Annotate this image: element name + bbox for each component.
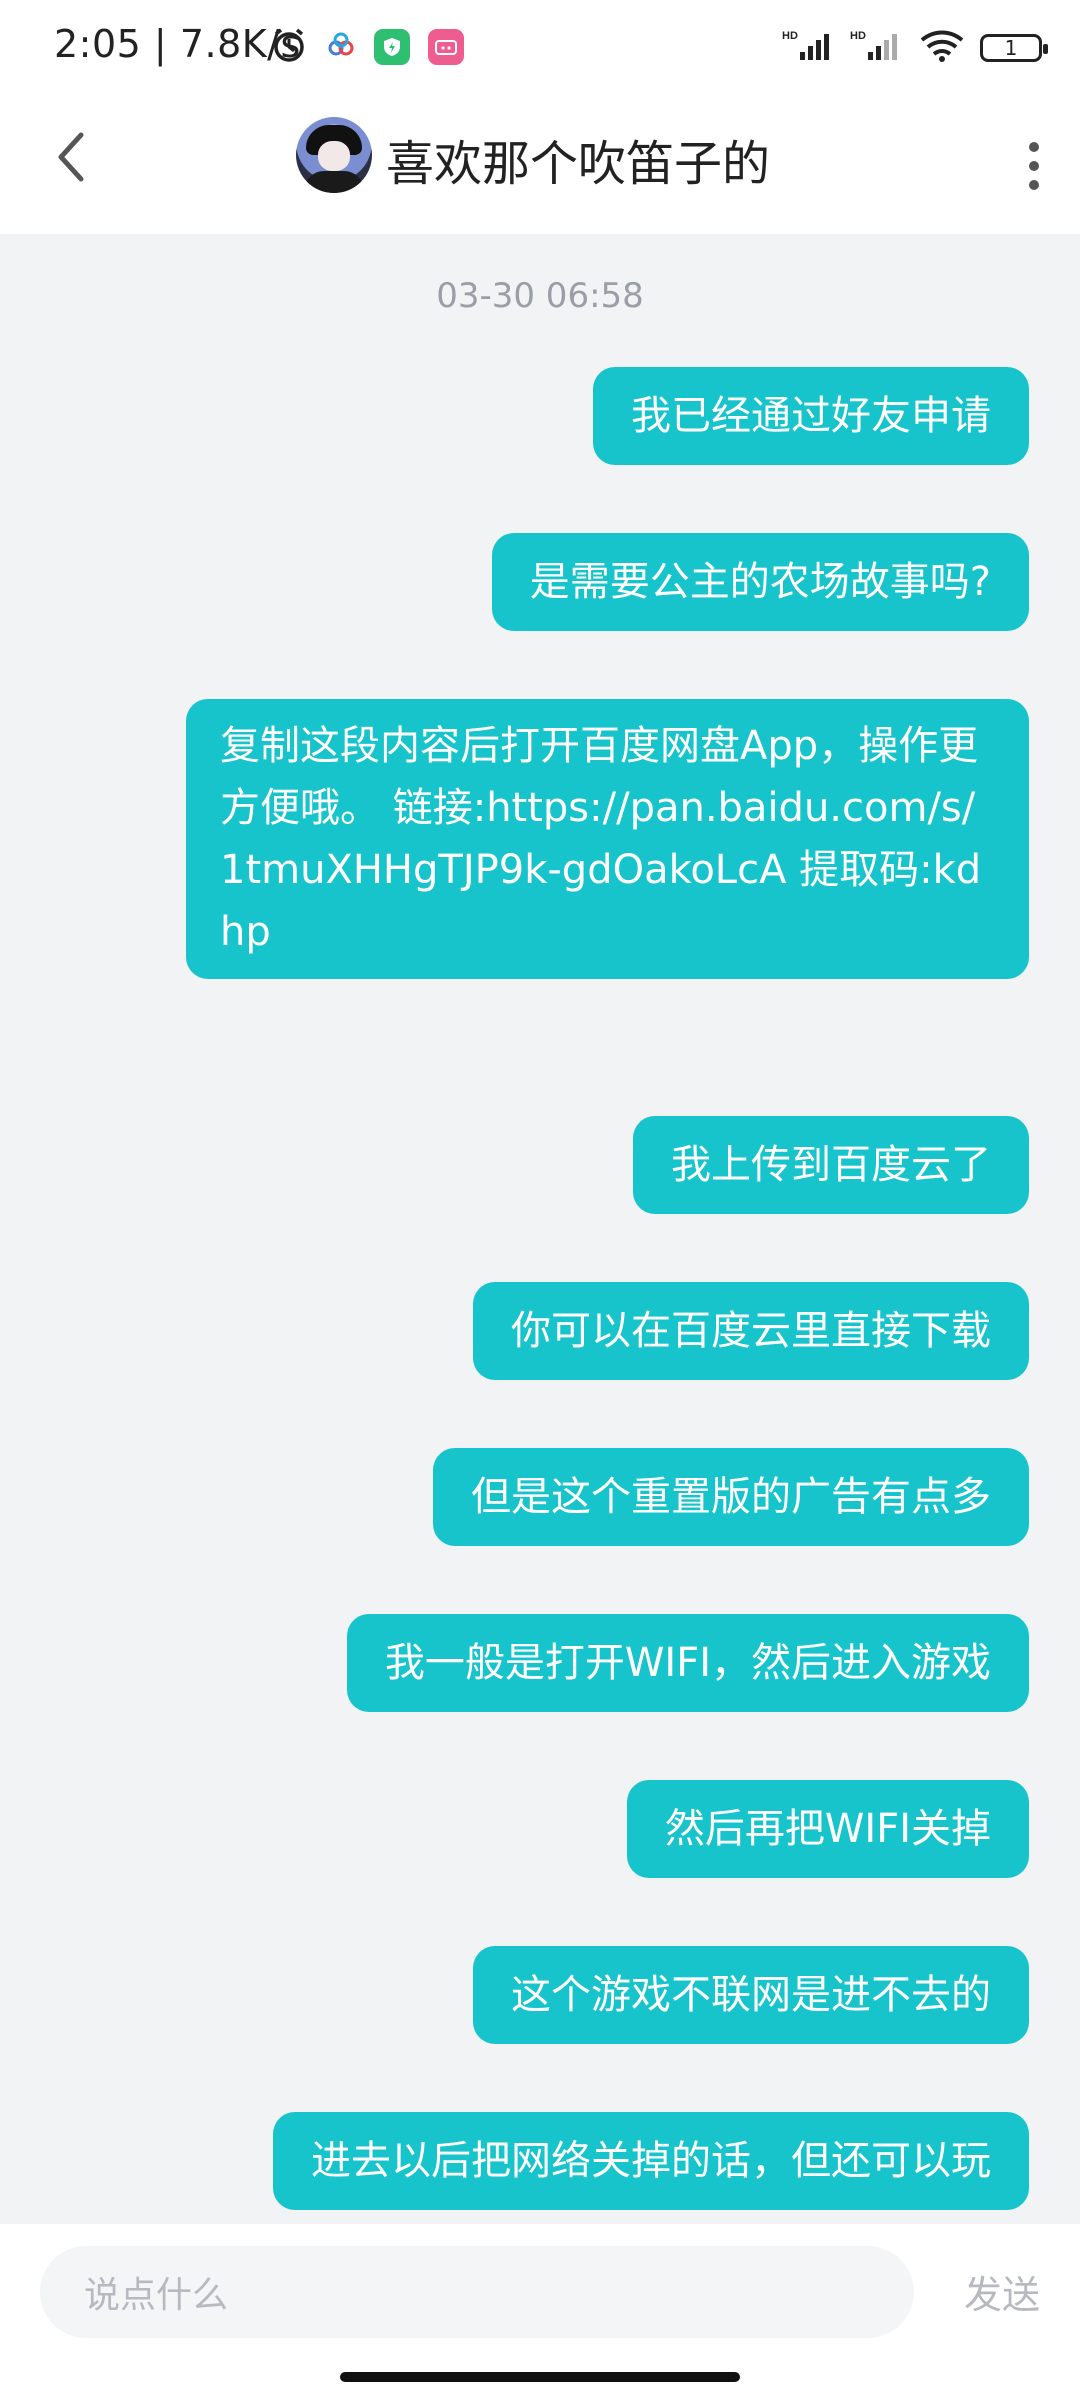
notification-icons: [270, 26, 464, 68]
more-vertical-icon[interactable]: [1004, 126, 1064, 206]
send-button[interactable]: 发送: [964, 2264, 1040, 2319]
chevron-left-icon: [53, 129, 87, 200]
status-time: 2:05 | 7.8K/s: [54, 22, 301, 66]
svg-text:HD: HD: [782, 30, 798, 42]
battery-icon: 1: [980, 34, 1048, 62]
bilibili-app-icon: [428, 29, 464, 65]
dot: [1029, 142, 1039, 152]
home-indicator[interactable]: [340, 2372, 740, 2382]
svg-text:HD: HD: [850, 30, 866, 42]
shield-app-icon: [374, 29, 410, 65]
status-bar: 2:05 | 7.8K/s HD HD 1: [0, 0, 1080, 96]
message-bubble[interactable]: 我一般是打开WIFI，然后进入游戏: [346, 1614, 1029, 1712]
system-icons: HD HD 1: [782, 28, 1048, 68]
dot: [1029, 180, 1039, 190]
message-bubble[interactable]: 然后再把WIFI关掉: [626, 1780, 1029, 1878]
avatar-face: [318, 141, 350, 171]
message-input[interactable]: 说点什么: [40, 2246, 914, 2338]
wifi-icon: [918, 28, 966, 68]
message-bubble[interactable]: 我上传到百度云了: [633, 1116, 1029, 1214]
cloud-app-icon: [326, 30, 356, 64]
message-bubble[interactable]: 这个游戏不联网是进不去的: [473, 1946, 1029, 2044]
avatar-body: [304, 171, 364, 193]
chat-header: 喜欢那个吹笛子的: [0, 96, 1080, 234]
clock-time: 2:05: [54, 22, 142, 66]
chat-title: 喜欢那个吹笛子的: [386, 136, 771, 192]
message-bubble[interactable]: 复制这段内容后打开百度网盘App，操作更方便哦。 链接:https://pan.…: [186, 699, 1029, 979]
hd-signal-icon: HD: [850, 28, 904, 68]
dot: [1029, 161, 1039, 171]
message-bubble[interactable]: 我已经通过好友申请: [593, 367, 1029, 465]
message-bubble[interactable]: 是需要公主的农场故事吗?: [491, 533, 1029, 631]
avatar[interactable]: [296, 117, 372, 193]
hd-signal-icon: HD: [782, 28, 836, 68]
message-bubble[interactable]: 进去以后把网络关掉的话，但还可以玩: [273, 2112, 1029, 2210]
separator: |: [141, 22, 180, 66]
back-button[interactable]: [38, 124, 102, 204]
message-bubble[interactable]: 但是这个重置版的广告有点多: [433, 1448, 1029, 1546]
alarm-icon: [270, 26, 308, 68]
message-bubble[interactable]: 你可以在百度云里直接下载: [473, 1282, 1029, 1380]
message-timestamp: 03-30 06:58: [436, 276, 644, 316]
battery-level: 1: [1004, 36, 1018, 60]
